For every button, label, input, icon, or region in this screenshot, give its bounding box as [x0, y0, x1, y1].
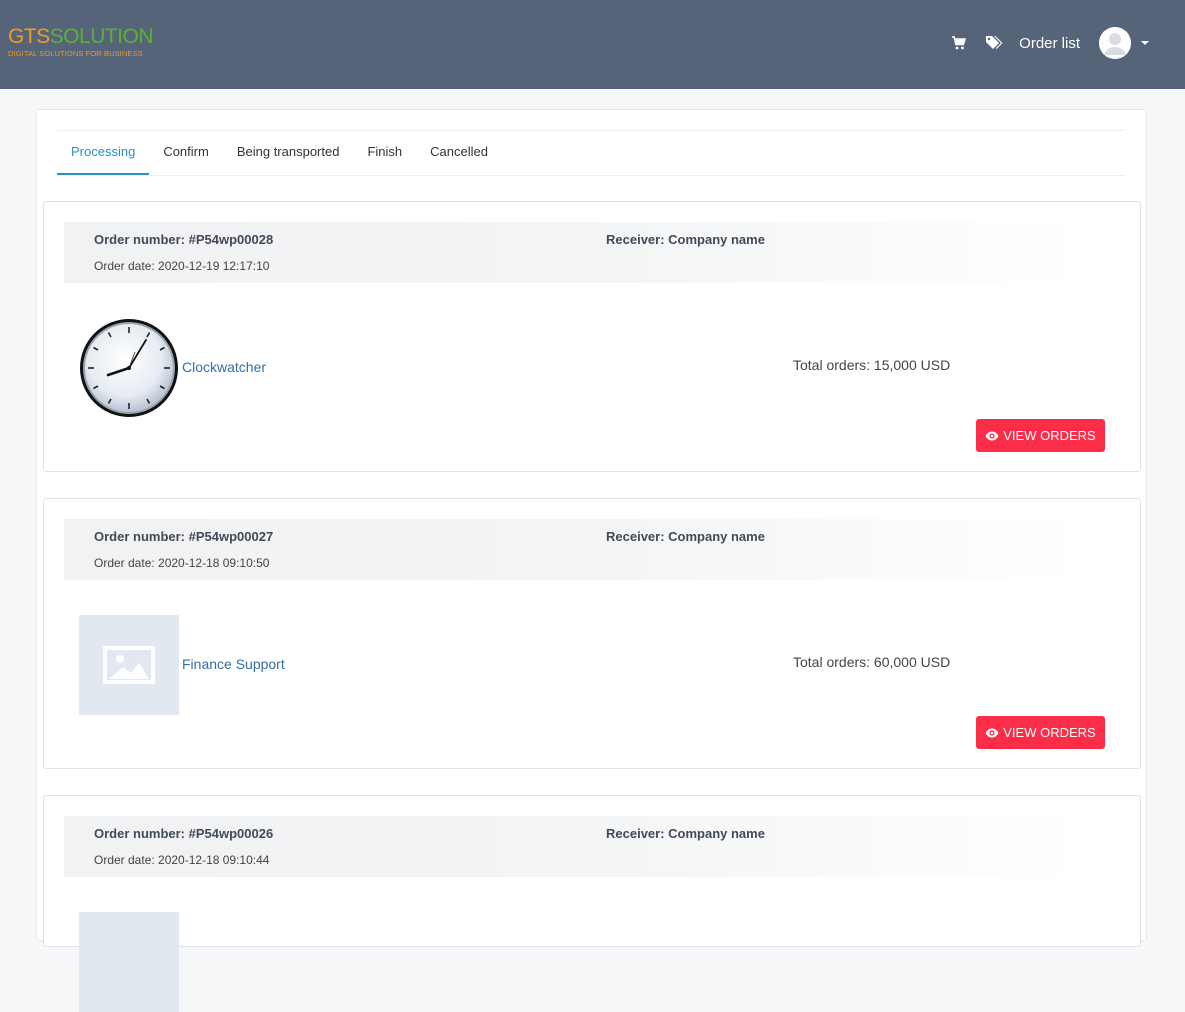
order-date: Order date: 2020-12-18 09:10:44	[94, 853, 270, 867]
order-card-header: Order number: #P54wp00027 Order date: 20…	[64, 519, 1082, 580]
image-placeholder-icon	[79, 912, 179, 1012]
tab-confirm[interactable]: Confirm	[149, 131, 223, 175]
tab-cancelled[interactable]: Cancelled	[416, 131, 502, 175]
chevron-down-icon[interactable]	[1141, 41, 1149, 45]
eye-icon	[985, 728, 999, 737]
receiver: Receiver: Company name	[606, 232, 765, 247]
logo-tagline: DIGITAL SOLUTIONS FOR BUSINESS	[8, 49, 143, 58]
user-avatar-icon[interactable]	[1099, 27, 1131, 59]
product-name-link[interactable]: Finance Support	[182, 656, 285, 672]
order-card: Order number: #P54wp00028 Order date: 20…	[43, 201, 1141, 472]
order-number: Order number: #P54wp00028	[94, 232, 274, 247]
brand-logo[interactable]: GTSSOLUTION DIGITAL SOLUTIONS FOR BUSINE…	[8, 25, 154, 59]
order-total: Total orders: 60,000 USD	[793, 654, 951, 670]
logo-gts-text: GTS	[8, 25, 50, 48]
order-card-header: Order number: #P54wp00026 Order date: 20…	[64, 816, 1082, 877]
image-placeholder-icon	[79, 615, 179, 715]
orders-panel: Processing Confirm Being transported Fin…	[36, 109, 1147, 1012]
order-total: Total orders: 15,000 USD	[793, 357, 951, 373]
tab-being-transported[interactable]: Being transported	[223, 131, 354, 175]
tags-icon[interactable]	[985, 35, 1003, 51]
order-number: Order number: #P54wp00027	[94, 529, 274, 544]
receiver: Receiver: Company name	[606, 529, 765, 544]
view-orders-label: VIEW ORDERS	[1003, 428, 1096, 443]
order-date: Order date: 2020-12-18 09:10:50	[94, 556, 270, 570]
view-orders-button[interactable]: VIEW ORDERS	[976, 716, 1105, 749]
order-date: Order date: 2020-12-19 12:17:10	[94, 259, 270, 273]
eye-icon	[985, 431, 999, 440]
order-status-tabs: Processing Confirm Being transported Fin…	[57, 130, 1125, 176]
view-orders-label: VIEW ORDERS	[1003, 725, 1096, 740]
tab-processing[interactable]: Processing	[57, 131, 150, 175]
order-number: Order number: #P54wp00026	[94, 826, 274, 841]
order-card: Order number: #P54wp00027 Order date: 20…	[43, 498, 1141, 769]
cart-icon[interactable]	[951, 35, 967, 51]
top-navbar: GTSSOLUTION DIGITAL SOLUTIONS FOR BUSINE…	[0, 0, 1185, 89]
order-card: Order number: #P54wp00026 Order date: 20…	[43, 795, 1141, 1012]
navbar-actions: Order list	[951, 27, 1149, 59]
tab-finish[interactable]: Finish	[353, 131, 416, 175]
order-list-link[interactable]: Order list	[1019, 35, 1080, 52]
logo-solution-text: SOLUTION	[49, 25, 154, 48]
product-name-link[interactable]: Clockwatcher	[182, 359, 266, 375]
order-card-header: Order number: #P54wp00028 Order date: 20…	[64, 222, 1082, 283]
receiver: Receiver: Company name	[606, 826, 765, 841]
view-orders-button[interactable]: VIEW ORDERS	[976, 419, 1105, 452]
clock-image	[79, 318, 179, 418]
